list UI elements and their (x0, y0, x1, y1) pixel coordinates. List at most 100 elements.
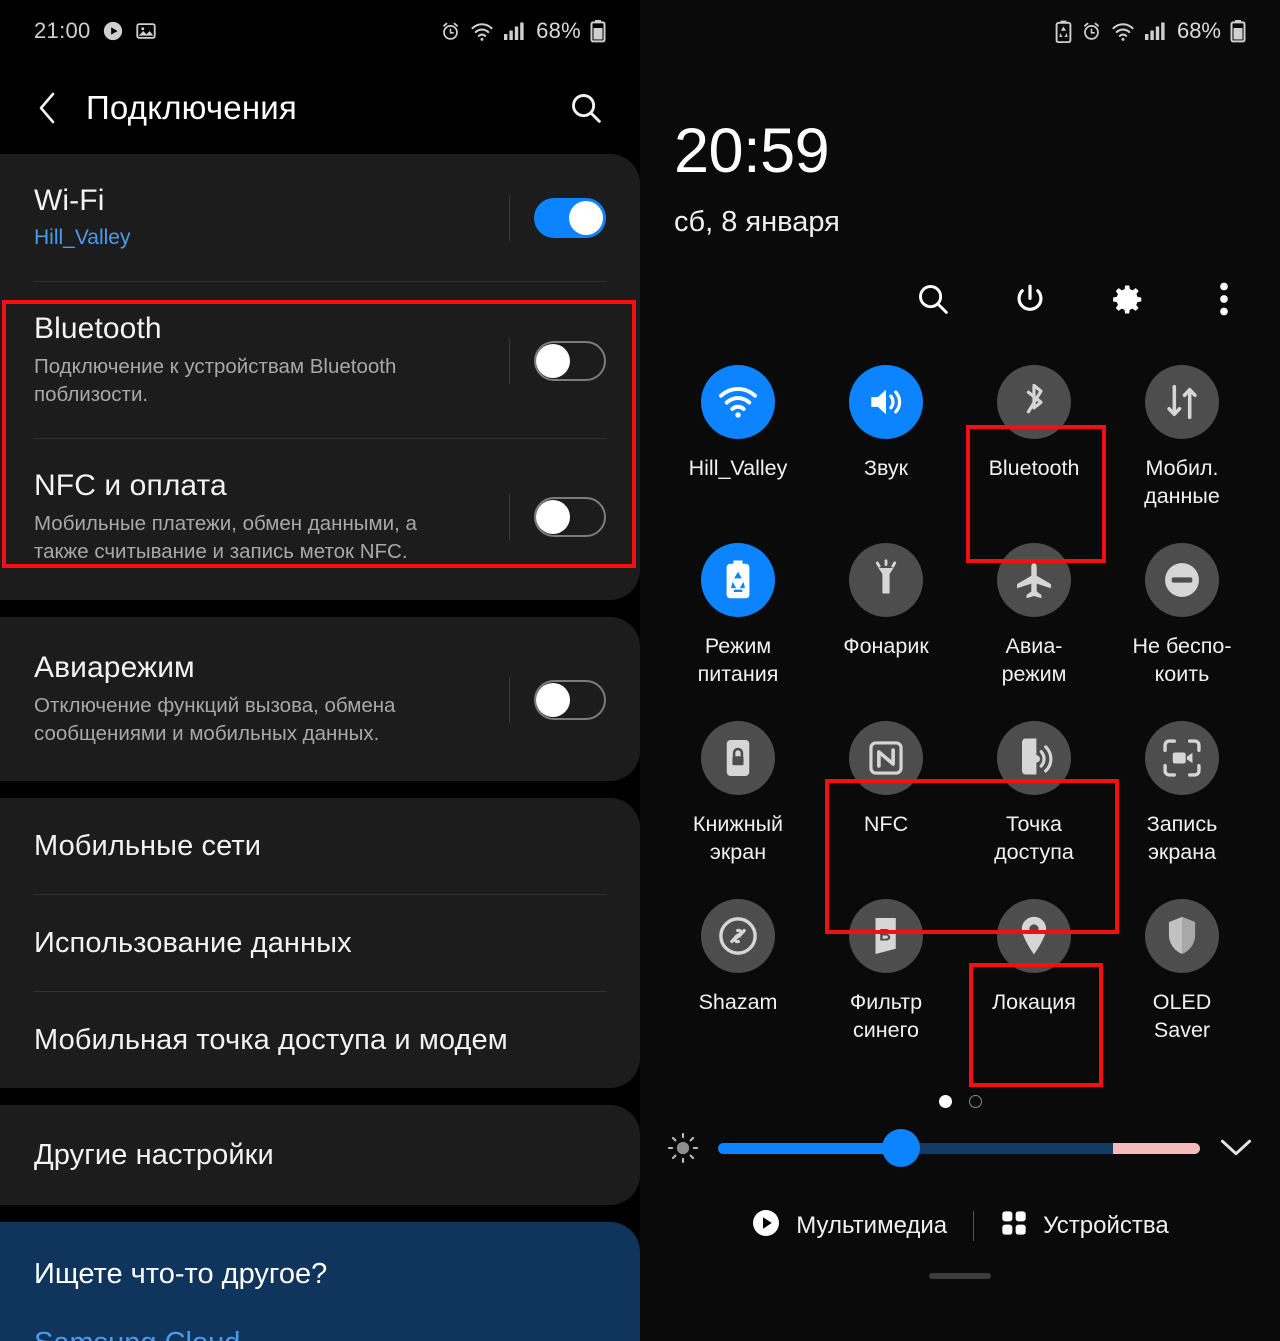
link-other-settings[interactable]: Другие настройки (34, 1105, 606, 1205)
quick-bottom-bar: Мультимедиа Устройства (640, 1208, 1280, 1243)
tile-power-mode[interactable]: Режим питания (664, 535, 812, 713)
tile-shazam[interactable]: Shazam (664, 891, 812, 1069)
bluetooth-icon (997, 365, 1071, 439)
tile-label: Режим питания (697, 634, 779, 686)
battery-percent: 68% (1176, 18, 1221, 43)
wifi-network-name: Hill_Valley (34, 226, 131, 249)
divider (509, 337, 510, 384)
page-indicator (640, 1095, 1280, 1108)
image-icon (135, 20, 157, 42)
search-icon[interactable] (913, 279, 953, 319)
link-label: Мобильная точка доступа и модем (34, 1023, 508, 1056)
tile-screen-lock-rotation[interactable]: Книжный экран (664, 713, 812, 891)
tile-blue-light-filter[interactable]: B Фильтр синего (812, 891, 960, 1069)
brightness-slider[interactable] (718, 1129, 1200, 1167)
link-label: Другие настройки (34, 1138, 274, 1171)
wifi-icon (1111, 21, 1135, 42)
battery-icon (1230, 19, 1246, 43)
looking-for-something-else-card: Ищете что-то другое? Samsung Cloud Локац… (0, 1221, 640, 1341)
chevron-down-icon[interactable] (1218, 1130, 1254, 1166)
tile-label: Звук (863, 456, 909, 480)
tile-hotspot[interactable]: Точка доступа (960, 713, 1108, 891)
bluetooth-row[interactable]: Bluetooth Подключение к устройствам Blue… (34, 282, 606, 438)
airplane-toggle[interactable] (534, 679, 606, 720)
devices-button[interactable]: Устройства (1000, 1209, 1169, 1242)
sound-icon (849, 365, 923, 439)
wifi-icon (470, 21, 494, 42)
drag-handle[interactable] (929, 1273, 991, 1279)
slider-thumb[interactable] (882, 1129, 921, 1167)
back-button[interactable] (30, 91, 64, 125)
tile-label: Авиа- режим (1001, 634, 1067, 686)
tile-label: Фонарик (843, 634, 929, 658)
nfc-row[interactable]: NFC и оплата Мобильные платежи, обмен да… (34, 439, 606, 601)
brightness-slider-row (640, 1108, 1280, 1167)
tile-wifi[interactable]: Hill_Valley (664, 357, 812, 535)
link-label: Мобильные сети (34, 829, 262, 862)
toggle-knob (569, 201, 603, 236)
clock-date: сб, 8 января (674, 206, 840, 238)
tile-label: Не беспо- коить (1132, 634, 1232, 686)
play-circle-icon (751, 1208, 781, 1243)
bluetooth-toggle[interactable] (534, 340, 606, 381)
quick-status-bar: 68% (640, 0, 1280, 62)
tile-sound[interactable]: Звук (812, 357, 960, 535)
shazam-icon (701, 899, 775, 973)
slider-fill (718, 1142, 902, 1154)
link-hotspot-tethering[interactable]: Мобильная точка доступа и модем (34, 992, 606, 1088)
nfc-toggle[interactable] (534, 497, 606, 538)
screen-lock-icon (701, 721, 775, 795)
airplane-title: Авиарежим (34, 651, 195, 685)
wifi-toggle[interactable] (534, 198, 606, 239)
tile-bluetooth[interactable]: Bluetooth (960, 357, 1108, 535)
bluetooth-title: Bluetooth (34, 311, 162, 345)
page-dot[interactable] (968, 1095, 982, 1108)
tile-label: Shazam (698, 990, 778, 1014)
svg-text:B: B (879, 927, 891, 945)
page-dot-active[interactable] (938, 1095, 952, 1108)
screen-record-icon (1145, 721, 1219, 795)
tile-mobile-data[interactable]: Мобил. данные (1108, 357, 1256, 535)
tile-screen-recorder[interactable]: Запись экрана (1108, 713, 1256, 891)
quick-actions-row (640, 239, 1280, 319)
devices-grid-icon (1000, 1209, 1028, 1242)
brightness-icon (666, 1131, 700, 1165)
clock-time: 20:59 (674, 116, 830, 186)
divider (973, 1210, 975, 1241)
tile-nfc[interactable]: NFC (812, 713, 960, 891)
link-mobile-networks[interactable]: Мобильные сети (34, 798, 606, 894)
battery-icon (590, 19, 606, 43)
power-icon[interactable] (1010, 279, 1050, 319)
more-vert-icon[interactable] (1204, 279, 1244, 319)
signal-icon (503, 21, 525, 41)
gear-icon[interactable] (1107, 279, 1147, 319)
media-button[interactable]: Мультимедиа (751, 1208, 947, 1243)
link-data-usage[interactable]: Использование данных (34, 895, 606, 991)
wifi-row[interactable]: Wi-Fi Hill_Valley (34, 154, 606, 281)
samsung-cloud-link[interactable]: Samsung Cloud (34, 1327, 606, 1341)
toggle-knob (536, 500, 570, 535)
divider (509, 494, 510, 541)
tile-oled-saver[interactable]: OLED Saver (1108, 891, 1256, 1069)
tile-do-not-disturb[interactable]: Не беспо- коить (1108, 535, 1256, 713)
slider-high-brightness-zone (1113, 1142, 1200, 1154)
airplane-row[interactable]: Авиарежим Отключение функций вызова, обм… (34, 617, 606, 781)
tile-flashlight[interactable]: Фонарик (812, 535, 960, 713)
settings-header: Подключения (0, 62, 640, 154)
battery-percent: 68% (536, 18, 581, 43)
nfc-subtitle: Мобильные платежи, обмен данными, а такж… (34, 511, 417, 563)
tile-label: Книжный экран (692, 812, 784, 864)
power-mode-icon (701, 543, 775, 617)
tile-airplane-mode[interactable]: Авиа- режим (960, 535, 1108, 713)
quick-tiles-grid: Hill_Valley Звук Bluetooth Мобил. данные… (640, 319, 1280, 1069)
toggle-knob (536, 343, 570, 378)
tile-label: Bluetooth (988, 456, 1080, 480)
clock-block: 20:59 сб, 8 января (640, 62, 1280, 239)
network-links-card: Мобильные сети Использование данных Моби… (0, 797, 640, 1088)
nfc-icon (849, 721, 923, 795)
search-icon[interactable] (566, 88, 606, 128)
oled-saver-icon (1145, 899, 1219, 973)
other-settings-card[interactable]: Другие настройки (0, 1104, 640, 1205)
tile-location[interactable]: Локация (960, 891, 1108, 1069)
